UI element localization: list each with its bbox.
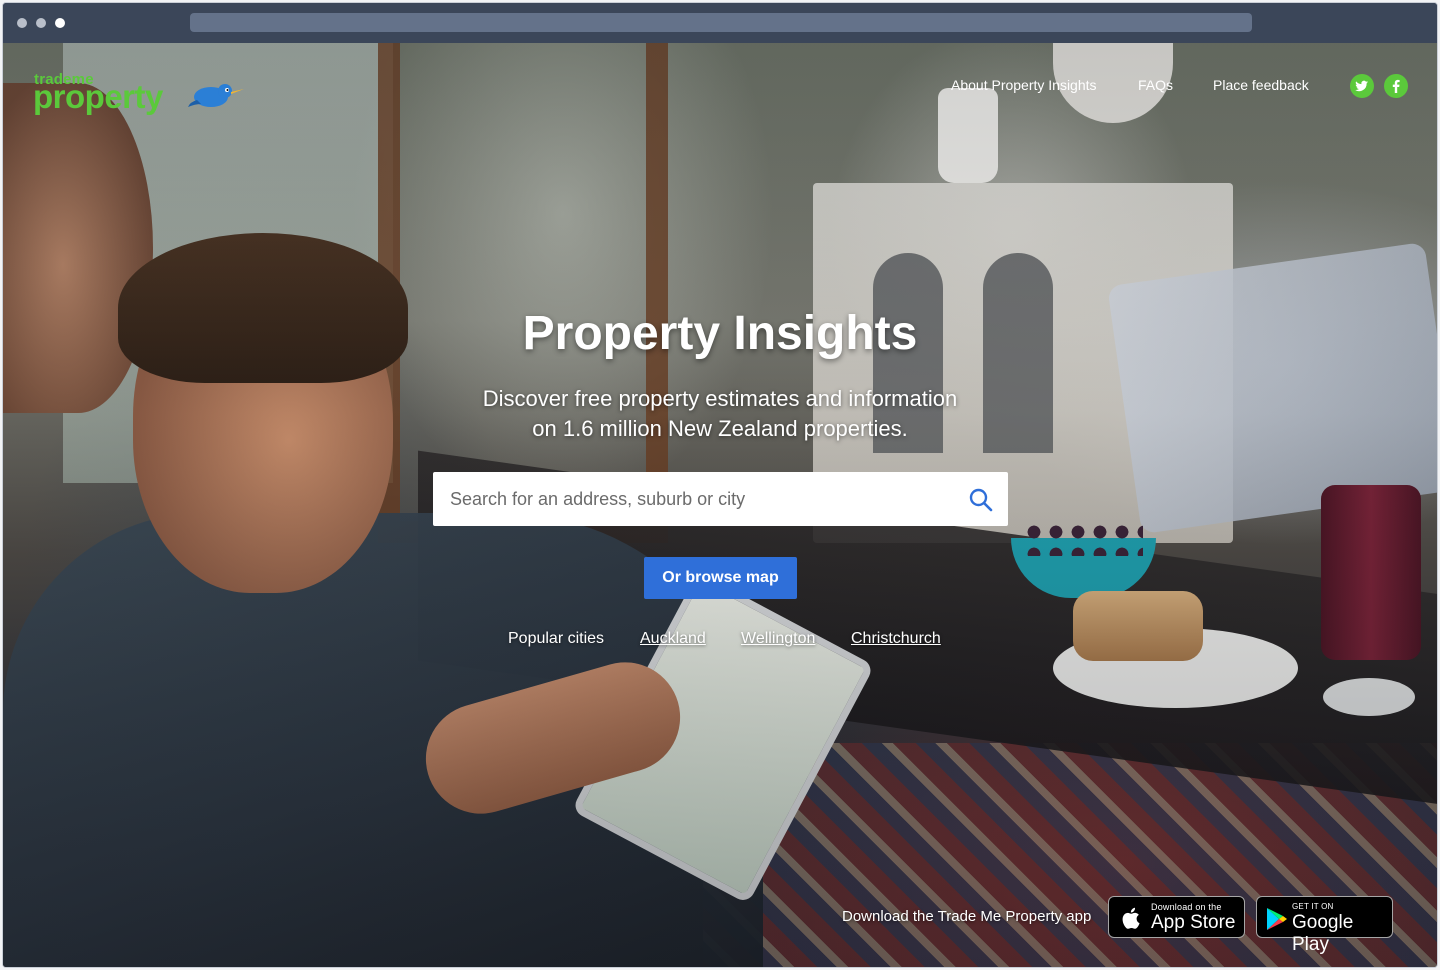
trademe-property-logo[interactable]: trademe property bbox=[31, 67, 251, 117]
city-link-auckland[interactable]: Auckland bbox=[640, 630, 706, 648]
window-maximize-dot[interactable] bbox=[55, 18, 65, 28]
google-play-line1: GET IT ON bbox=[1292, 902, 1334, 911]
search-icon[interactable] bbox=[968, 487, 994, 513]
browse-map-button[interactable]: Or browse map bbox=[644, 557, 797, 599]
page-title: Property Insights bbox=[522, 307, 918, 360]
search-box bbox=[433, 472, 1008, 526]
nav-faqs-link[interactable]: FAQs bbox=[1138, 77, 1173, 93]
google-play-badge[interactable]: GET IT ON Google Play bbox=[1256, 896, 1393, 955]
popular-cities-label: Popular cities bbox=[508, 630, 605, 647]
logo-property-text: property bbox=[33, 78, 163, 115]
window-minimize-dot[interactable] bbox=[36, 18, 46, 28]
download-app-text: Download the Trade Me Property app bbox=[842, 908, 1092, 925]
twitter-icon[interactable] bbox=[1350, 74, 1374, 98]
address-bar[interactable] bbox=[190, 13, 1252, 32]
google-play-line2: Google Play bbox=[1292, 912, 1354, 955]
app-store-line2: App Store bbox=[1151, 912, 1236, 933]
app-store-badge[interactable]: Download on the App Store bbox=[1108, 896, 1245, 938]
app-store-line1: Download on the bbox=[1151, 902, 1222, 912]
browser-window: trademe property About Property Insights… bbox=[2, 2, 1438, 968]
apple-icon bbox=[1122, 907, 1140, 929]
facebook-icon[interactable] bbox=[1384, 74, 1408, 98]
nav-feedback-link[interactable]: Place feedback bbox=[1213, 77, 1309, 93]
hero-subtitle-line1: Discover free property estimates and inf… bbox=[482, 386, 958, 411]
window-close-dot[interactable] bbox=[17, 18, 27, 28]
kiwi-bird-icon bbox=[188, 84, 244, 107]
hero-subtitle-line2: on 1.6 million New Zealand properties. bbox=[532, 416, 908, 441]
nav-about-link[interactable]: About Property Insights bbox=[951, 77, 1097, 93]
browser-titlebar bbox=[3, 3, 1437, 43]
search-input[interactable] bbox=[433, 472, 953, 526]
google-play-icon bbox=[1267, 908, 1287, 930]
city-link-wellington[interactable]: Wellington bbox=[741, 630, 815, 648]
hero-subtitle: Discover free property estimates and inf… bbox=[3, 384, 1437, 444]
city-link-christchurch[interactable]: Christchurch bbox=[851, 630, 941, 648]
